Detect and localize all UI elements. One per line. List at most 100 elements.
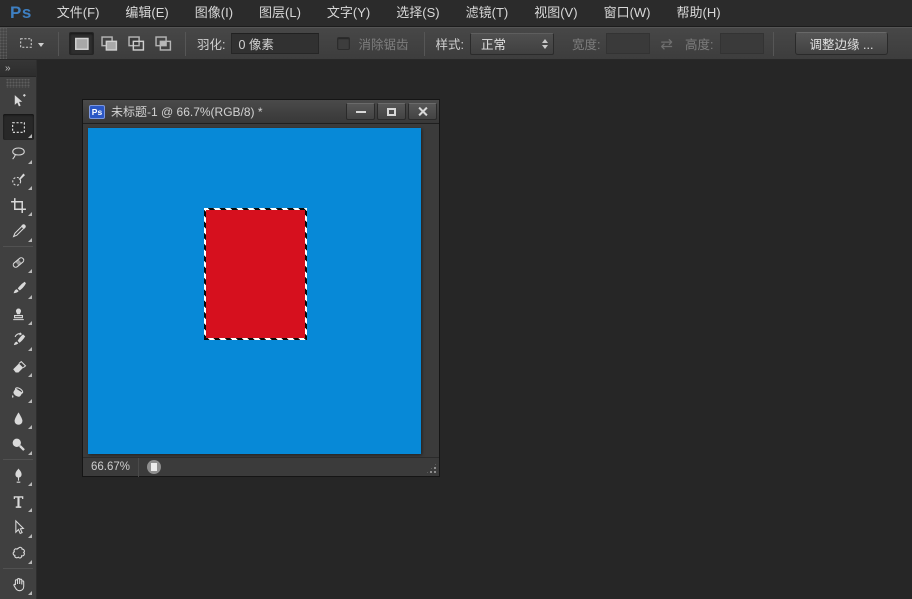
tool-list: [0, 88, 36, 597]
selection-mode-group: [68, 32, 176, 55]
lasso-tool[interactable]: [3, 140, 34, 166]
style-label: 样式:: [436, 34, 464, 53]
menu-bar: Ps 文件(F)编辑(E)图像(I)图层(L)文字(Y)选择(S)滤镜(T)视图…: [0, 0, 912, 27]
history-brush-tool[interactable]: [3, 327, 34, 353]
healing-icon: [10, 254, 27, 271]
paint-bucket-tool[interactable]: [3, 379, 34, 405]
new-selection-button[interactable]: [69, 32, 94, 55]
refine-edge-button[interactable]: 调整边缘 ...: [795, 32, 889, 55]
shape-icon: [10, 545, 27, 562]
canvas[interactable]: [88, 128, 421, 454]
eraser-icon: [10, 358, 27, 375]
minimize-button[interactable]: [346, 103, 375, 120]
double-chevron-icon: »: [5, 63, 12, 74]
spinner-arrows-icon: [542, 39, 548, 49]
intersect-selection-button[interactable]: [150, 32, 175, 55]
tool-group-divider: [3, 568, 33, 569]
rect-marquee-preset-icon: [18, 35, 35, 52]
document-title: 未标题-1 @ 66.7%(RGB/8) *: [111, 103, 344, 120]
divider: [424, 32, 425, 56]
type-tool[interactable]: [3, 488, 34, 514]
quick-selection-icon: [10, 171, 27, 188]
menu-item-0[interactable]: 文件(F): [44, 0, 113, 26]
tool-group-divider: [3, 246, 33, 247]
crop-icon: [10, 197, 27, 214]
page-glyph: [151, 463, 157, 471]
document-ps-icon: Ps: [89, 105, 105, 119]
close-icon: [417, 106, 428, 117]
menu-item-1[interactable]: 编辑(E): [112, 0, 181, 26]
close-button[interactable]: [408, 103, 437, 120]
height-input[interactable]: [720, 33, 764, 54]
subtract-from-selection-button[interactable]: [123, 32, 148, 55]
antialias-label: 消除锯齿: [358, 34, 408, 53]
maximize-button[interactable]: [377, 103, 406, 120]
width-label: 宽度:: [572, 34, 600, 53]
crop-tool[interactable]: [3, 192, 34, 218]
eyedropper-tool[interactable]: [3, 218, 34, 244]
document-window[interactable]: Ps 未标题-1 @ 66.7%(RGB/8) * 66.67%: [82, 99, 440, 477]
path-select-icon: [10, 519, 27, 536]
document-info-icon[interactable]: [147, 460, 161, 474]
dodge-tool[interactable]: [3, 431, 34, 457]
divider: [58, 32, 59, 56]
add-to-selection-button[interactable]: [96, 32, 121, 55]
style-dropdown-value: 正常: [481, 34, 506, 53]
brush-icon: [10, 280, 27, 297]
blur-tool[interactable]: [3, 405, 34, 431]
menu-item-5[interactable]: 选择(S): [383, 0, 452, 26]
collapse-panel-button[interactable]: »: [0, 60, 36, 77]
menu-item-9[interactable]: 帮助(H): [664, 0, 734, 26]
document-content-area: [83, 124, 439, 457]
zoom-level-field[interactable]: 66.67%: [83, 461, 138, 473]
menu-item-8[interactable]: 窗口(W): [591, 0, 664, 26]
quick-selection-tool[interactable]: [3, 166, 34, 192]
panel-drag-handle[interactable]: [6, 79, 30, 88]
blur-icon: [10, 410, 27, 427]
dodge-icon: [10, 436, 27, 453]
menu-item-7[interactable]: 视图(V): [521, 0, 590, 26]
new-selection-icon: [70, 32, 93, 55]
intersect-selection-icon: [151, 32, 174, 55]
antialias-checkbox[interactable]: [337, 37, 350, 50]
custom-shape-tool[interactable]: [3, 540, 34, 566]
divider: [185, 32, 186, 56]
menu-item-3[interactable]: 图层(L): [246, 0, 314, 26]
photoshop-logo: Ps: [0, 3, 44, 23]
style-dropdown[interactable]: 正常: [470, 33, 554, 55]
rectangular-marquee-tool[interactable]: [3, 114, 34, 140]
menu-item-4[interactable]: 文字(Y): [314, 0, 383, 26]
window-resize-grip[interactable]: [425, 462, 438, 475]
path-selection-tool[interactable]: [3, 514, 34, 540]
move-tool[interactable]: [3, 88, 34, 114]
hand-tool[interactable]: [3, 571, 34, 597]
lasso-icon: [10, 145, 27, 162]
document-status-bar: 66.67%: [83, 457, 439, 476]
clone-stamp-tool[interactable]: [3, 301, 34, 327]
options-bar-grip[interactable]: [0, 28, 7, 59]
divider: [138, 458, 139, 477]
chevron-down-icon: [38, 43, 44, 47]
menu-item-6[interactable]: 滤镜(T): [453, 0, 522, 26]
brush-tool[interactable]: [3, 275, 34, 301]
hand-icon: [10, 576, 27, 593]
history-brush-icon: [10, 332, 27, 349]
spot-healing-brush-tool[interactable]: [3, 249, 34, 275]
document-title-bar[interactable]: Ps 未标题-1 @ 66.7%(RGB/8) *: [83, 100, 439, 124]
stamp-icon: [10, 306, 27, 323]
tool-options-bar: 羽化: 消除锯齿 样式: 正常 宽度: ⇄ 高度: 调整边缘 ...: [0, 27, 912, 60]
marching-ants-selection[interactable]: [204, 208, 307, 340]
width-input[interactable]: [606, 33, 650, 54]
add-selection-icon: [97, 32, 120, 55]
swap-dimensions-icon[interactable]: ⇄: [660, 35, 673, 53]
menu-item-2[interactable]: 图像(I): [182, 0, 246, 26]
maximize-icon: [387, 108, 396, 116]
type-icon: [10, 493, 27, 510]
feather-input[interactable]: [231, 33, 319, 54]
eraser-tool[interactable]: [3, 353, 34, 379]
pen-tool[interactable]: [3, 462, 34, 488]
pen-icon: [10, 467, 27, 484]
bucket-icon: [10, 384, 27, 401]
minimize-icon: [356, 111, 366, 113]
tool-preset-picker[interactable]: [13, 32, 49, 55]
